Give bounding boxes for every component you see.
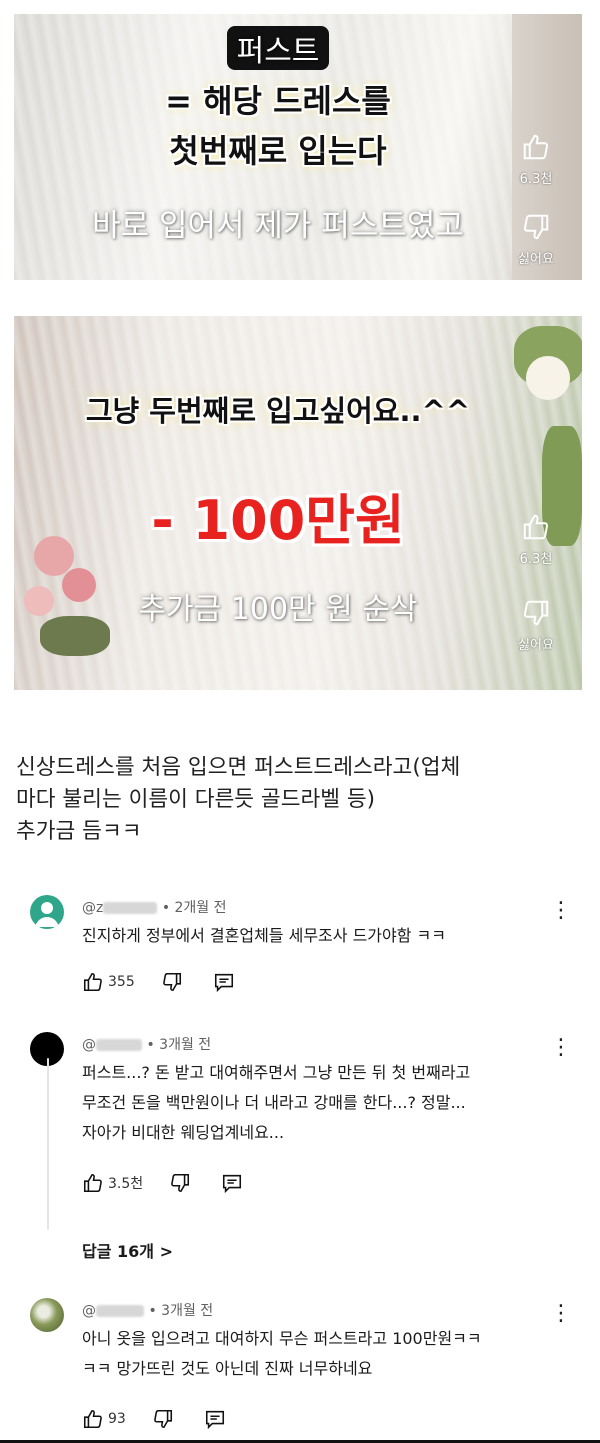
- dislike-button[interactable]: [152, 1408, 178, 1430]
- comment-handle[interactable]: @: [82, 1303, 96, 1319]
- dislike-button[interactable]: [169, 1172, 195, 1194]
- comment-meta: @ • 3개월 전: [82, 1034, 540, 1054]
- comment-actions: 93: [82, 1408, 256, 1430]
- video-frame-2: 그냥 두번째로 입고싶어요..^^ - 100만원 추가금 100만 원 순삭 …: [14, 316, 582, 690]
- caption-line-2: 첫번째로 입는다: [169, 132, 387, 170]
- like-count: 6.3천: [519, 552, 553, 567]
- comment: @ • 3개월 전 퍼스트...? 돈 받고 대여해주면서 그냥 만든 뒤 첫 …: [30, 1032, 572, 1232]
- like-button[interactable]: 6.3천: [506, 132, 566, 187]
- comment-reply-icon: [205, 1410, 224, 1430]
- description-line: 마다 불리는 이름이 다른듯 골드라벨 등): [16, 787, 376, 812]
- comment-body: @z • 2개월 전 진지하게 정부에서 결혼업체들 세무조사 드가야함 ㅋㅋ: [82, 897, 540, 951]
- thread-line: [47, 1058, 49, 1230]
- comment-text: 아니 옷을 입으려고 대여하지 무슨 퍼스트라고 100만원ㅋㅋ ㅋㅋ 망가뜨린…: [82, 1329, 482, 1378]
- more-vert-icon[interactable]: ⋮: [550, 900, 572, 922]
- like-button[interactable]: 355: [82, 971, 135, 993]
- more-vert-icon[interactable]: ⋮: [550, 1303, 572, 1325]
- description-line: 신상드레스를 처음 입으면 퍼스트드레스라고(업체: [16, 755, 461, 780]
- comment-time: • 3개월 전: [146, 1037, 212, 1053]
- like-count: 93: [108, 1411, 126, 1427]
- comment-handle[interactable]: @z: [82, 900, 103, 916]
- thumb-up-icon: [83, 1409, 102, 1429]
- comment: @z • 2개월 전 진지하게 정부에서 결혼업체들 세무조사 드가야함 ㅋㅋ …: [30, 895, 572, 995]
- reply-button[interactable]: [204, 1408, 230, 1430]
- like-count: 355: [108, 974, 135, 990]
- caption-first: 퍼스트: [14, 26, 542, 70]
- view-replies-button[interactable]: 답글 16개 >: [82, 1238, 173, 1262]
- comment-time: • 2개월 전: [161, 900, 227, 916]
- like-button[interactable]: 93: [82, 1408, 126, 1430]
- thumb-down-icon: [523, 214, 549, 240]
- video-frame-1: 퍼스트 = 해당 드레스를 첫번째로 입는다 바로 입어서 제가 퍼스트였고 6…: [14, 14, 582, 280]
- caption-subtitle: 바로 입어서 제가 퍼스트였고: [92, 208, 464, 244]
- like-button[interactable]: 6.3천: [506, 512, 566, 567]
- comment-handle[interactable]: @: [82, 1037, 96, 1053]
- comment-text: 퍼스트...? 돈 받고 대여해주면서 그냥 만든 뒤 첫 번째라고 무조건 돈…: [82, 1063, 471, 1142]
- like-count: 3.5천: [108, 1176, 144, 1192]
- default-avatar-icon: [35, 902, 59, 927]
- comment-meta: @z • 2개월 전: [82, 897, 540, 917]
- thumb-up-icon: [523, 134, 549, 160]
- comment-body: @ • 3개월 전 아니 옷을 입으려고 대여하지 무슨 퍼스트라고 100만원…: [82, 1300, 540, 1384]
- post-description: 신상드레스를 처음 입으면 퍼스트드레스라고(업체 마다 불리는 이름이 다른듯…: [16, 752, 586, 848]
- thumb-down-icon: [523, 600, 549, 626]
- thumb-up-icon: [83, 972, 102, 992]
- caption-line-1: 그냥 두번째로 입고싶어요..^^: [85, 394, 471, 428]
- dislike-button[interactable]: [161, 971, 187, 993]
- thumb-up-icon: [83, 1173, 102, 1193]
- dislike-label: 싫어요: [518, 638, 554, 653]
- redacted-handle: [96, 1305, 144, 1317]
- caption-price: - 100만원: [151, 489, 405, 552]
- comment-body: @ • 3개월 전 퍼스트...? 돈 받고 대여해주면서 그냥 만든 뒤 첫 …: [82, 1034, 540, 1148]
- thumb-down-icon: [171, 1173, 190, 1193]
- like-button[interactable]: 3.5천: [82, 1172, 143, 1194]
- description-line: 추가금 듬ㅋㅋ: [16, 819, 142, 844]
- thumb-down-icon: [153, 1409, 172, 1429]
- redacted-handle: [96, 1039, 142, 1051]
- comment: @ • 3개월 전 아니 옷을 입으려고 대여하지 무슨 퍼스트라고 100만원…: [30, 1298, 572, 1438]
- caption-line-1: = 해당 드레스를: [165, 82, 391, 120]
- comment-meta: @ • 3개월 전: [82, 1300, 540, 1320]
- comment-actions: 3.5천: [82, 1172, 273, 1194]
- avatar[interactable]: [30, 895, 64, 929]
- reply-button[interactable]: [221, 1172, 247, 1194]
- like-count: 6.3천: [519, 172, 553, 187]
- comment-time: • 3개월 전: [148, 1303, 214, 1319]
- more-vert-icon[interactable]: ⋮: [550, 1037, 572, 1059]
- comment-actions: 355: [82, 971, 265, 993]
- comment-text: 진지하게 정부에서 결혼업체들 세무조사 드가야함 ㅋㅋ: [82, 926, 446, 945]
- dislike-label: 싫어요: [518, 252, 554, 267]
- dislike-button[interactable]: 싫어요: [506, 598, 566, 653]
- thumb-up-icon: [523, 514, 549, 540]
- thumb-down-icon: [162, 972, 181, 992]
- comment-reply-icon: [223, 1174, 242, 1194]
- redacted-handle: [103, 902, 158, 914]
- reply-button[interactable]: [213, 971, 239, 993]
- avatar[interactable]: [30, 1298, 64, 1332]
- comment-reply-icon: [214, 973, 233, 993]
- dislike-button[interactable]: 싫어요: [506, 212, 566, 267]
- caption-subtitle: 추가금 100만 원 순삭: [138, 592, 418, 627]
